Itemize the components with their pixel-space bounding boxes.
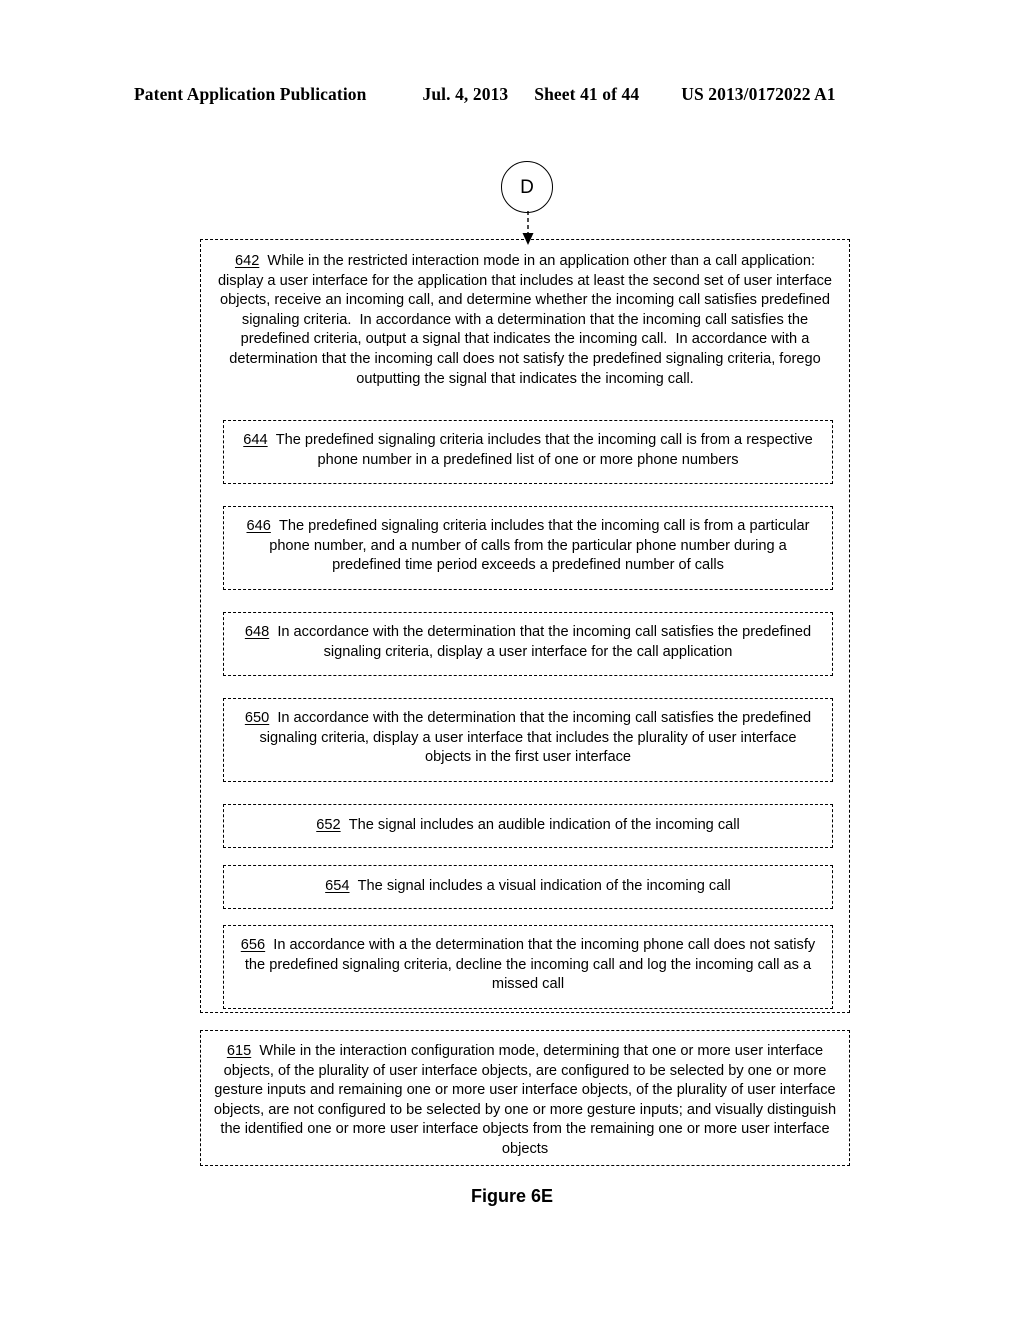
- flow-block-652-body: The signal includes an audible indicatio…: [340, 817, 740, 833]
- flow-block-615-body: While in the interaction configuration m…: [213, 1043, 837, 1157]
- flow-block-646-text: 646 The predefined signaling criteria in…: [224, 507, 832, 586]
- flow-block-656-ref: 656: [240, 937, 266, 953]
- flow-block-644-text: 644 The predefined signaling criteria in…: [224, 421, 832, 480]
- flow-block-648-text: 648 In accordance with the determination…: [224, 613, 832, 672]
- flow-block-656-body: In accordance with a the determination t…: [244, 937, 816, 993]
- flow-block-650: 650 In accordance with the determination…: [223, 698, 833, 782]
- flow-block-648-ref: 648: [244, 624, 270, 640]
- flow-block-656: 656 In accordance with a the determinati…: [223, 925, 833, 1009]
- flow-block-644-body: The predefined signaling criteria includ…: [267, 432, 813, 468]
- flow-block-652-ref: 652: [316, 817, 341, 833]
- flow-block-656-text: 656 In accordance with a the determinati…: [224, 926, 832, 1005]
- flow-block-650-body: In accordance with the determination tha…: [259, 710, 812, 766]
- flow-block-615: 615 While in the interaction configurati…: [200, 1030, 850, 1166]
- flow-block-642: 642 While in the restricted interaction …: [200, 239, 850, 1013]
- flow-block-654-body: The signal includes a visual indication …: [349, 878, 731, 894]
- flow-block-654-ref: 654: [325, 878, 350, 894]
- flow-block-642-ref: 642: [234, 253, 260, 269]
- flow-block-644: 644 The predefined signaling criteria in…: [223, 420, 833, 484]
- patent-figure-6e: D 642 While in the restricted interactio…: [0, 0, 1024, 1320]
- flow-block-646: 646 The predefined signaling criteria in…: [223, 506, 833, 590]
- flow-block-652-text: 652 The signal includes an audible indic…: [224, 805, 832, 836]
- flow-block-650-ref: 650: [244, 710, 270, 726]
- flow-block-615-ref: 615: [226, 1043, 252, 1059]
- connector-label: D: [520, 176, 534, 198]
- flow-block-646-ref: 646: [246, 518, 271, 534]
- flow-block-642-text: 642 While in the restricted interaction …: [201, 240, 849, 389]
- flow-block-654: 654 The signal includes a visual indicat…: [223, 865, 833, 909]
- flow-block-615-text: 615 While in the interaction configurati…: [201, 1031, 849, 1160]
- flow-block-644-ref: 644: [243, 432, 268, 448]
- circle-connector-icon: D: [501, 161, 553, 213]
- flow-block-650-text: 650 In accordance with the determination…: [224, 699, 832, 778]
- flow-block-642-body: While in the restricted interaction mode…: [217, 253, 837, 387]
- flow-block-652: 652 The signal includes an audible indic…: [223, 804, 833, 848]
- flow-block-654-text: 654 The signal includes a visual indicat…: [224, 866, 832, 897]
- figure-caption: Figure 6E: [470, 1186, 554, 1206]
- flow-block-648-body: In accordance with the determination tha…: [269, 624, 812, 660]
- flow-block-648: 648 In accordance with the determination…: [223, 612, 833, 676]
- flow-block-646-body: The predefined signaling criteria includ…: [269, 518, 810, 574]
